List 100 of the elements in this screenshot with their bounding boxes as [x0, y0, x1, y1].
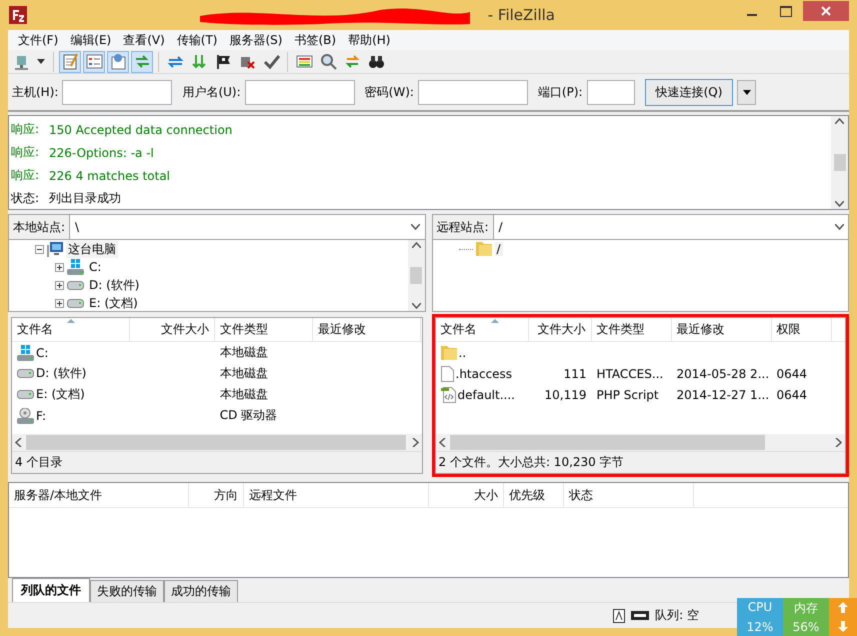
file-name[interactable]: F: — [36, 408, 46, 422]
column-header[interactable]: 最近修改 — [313, 318, 422, 341]
table-cell: HTACCES... — [596, 366, 664, 380]
menu-item[interactable]: 书签(B) — [288, 32, 342, 48]
table-cell: 2014-05-28 2... — [676, 366, 770, 380]
column-header[interactable]: 最近修改 — [672, 318, 772, 341]
tree-item[interactable]: C: — [87, 260, 104, 274]
notepad-icon — [62, 53, 78, 70]
port-field[interactable] — [586, 80, 635, 104]
log-prefix: 响应: — [11, 167, 40, 184]
menu-item[interactable]: 服务器(S) — [224, 32, 288, 48]
text-field[interactable] — [244, 80, 355, 104]
expand-icon[interactable] — [55, 280, 64, 290]
checkmark-icon — [262, 53, 280, 70]
drive-icon — [67, 298, 84, 308]
file-name[interactable]: .. — [458, 346, 466, 360]
scroll-down-icon — [835, 201, 844, 207]
globe-window-icon — [110, 53, 126, 70]
scroll-up-icon — [835, 118, 844, 124]
queue-tab[interactable]: 成功的传输 — [164, 580, 238, 602]
menu-item[interactable]: 编辑(E) — [64, 32, 118, 48]
file-name[interactable]: .htaccess — [456, 366, 512, 380]
binoculars-icon — [368, 53, 384, 70]
magnifier-icon — [320, 53, 336, 70]
tree-item[interactable]: E: (文档) — [87, 294, 140, 311]
text-field[interactable] — [62, 80, 172, 104]
folder-icon — [476, 242, 492, 256]
scrollbar[interactable] — [436, 434, 845, 451]
close-icon — [821, 6, 831, 16]
tree-item[interactable]: / — [494, 242, 503, 256]
collapse-icon[interactable] — [35, 244, 44, 254]
menu-item[interactable]: 传输(T) — [170, 32, 224, 48]
table-cell: CD 驱动器 — [220, 407, 278, 424]
scroll-thumb[interactable] — [450, 435, 764, 450]
table-cell: 0644 — [776, 366, 808, 380]
tree-item[interactable]: 这台电脑 — [66, 240, 118, 258]
column-header[interactable]: 文件大小 — [528, 318, 592, 341]
column-header[interactable]: 大小 — [429, 483, 504, 507]
compare-list-icon — [296, 53, 312, 70]
scroll-thumb[interactable] — [410, 267, 422, 284]
log-prefix: 状态: — [11, 190, 40, 207]
drive-icon — [17, 344, 34, 360]
maximize-icon — [780, 6, 792, 16]
drive-icon — [17, 390, 34, 399]
table-cell: 本地磁盘 — [220, 344, 268, 361]
script-file-icon — [440, 386, 456, 402]
scroll-up-icon — [412, 242, 420, 248]
scrollbar[interactable] — [12, 434, 422, 451]
column-header[interactable]: 服务器/本地文件 — [9, 483, 189, 507]
minimize-icon — [747, 14, 757, 16]
scrollbar[interactable] — [831, 116, 848, 209]
file-name[interactable]: default.... — [458, 388, 515, 402]
column-header[interactable]: 文件名 — [12, 318, 130, 341]
table-cell: 2014-12-27 1... — [676, 388, 770, 402]
column-header[interactable]: 方向 — [189, 483, 244, 507]
meter-value: 12% — [746, 620, 774, 634]
scroll-thumb[interactable] — [834, 154, 846, 171]
flag-icon — [214, 53, 232, 70]
quickconnect-button[interactable]: 快速连接(Q) — [644, 78, 734, 106]
window-title: - FileZilla — [488, 6, 555, 24]
field-label: 用户名(U): — [182, 84, 241, 100]
scroll-down-icon — [412, 303, 420, 309]
down-arrow-icon — [838, 621, 848, 632]
log-prefix: 响应: — [11, 121, 40, 138]
field-label: 密码(W): — [364, 84, 414, 100]
menu-item[interactable]: 查看(V) — [117, 32, 171, 48]
tree-item[interactable]: D: (软件) — [87, 276, 142, 294]
scroll-thumb[interactable] — [26, 435, 406, 450]
column-header[interactable]: 状态 — [564, 483, 694, 507]
drive-icon — [67, 280, 84, 290]
tree-view-icon — [86, 53, 102, 70]
expand-icon[interactable] — [55, 262, 64, 272]
file-name[interactable]: C: — [36, 346, 48, 360]
queue-tab[interactable]: 列队的文件 — [12, 578, 90, 602]
file-name[interactable]: E: (文档) — [36, 386, 85, 403]
column-header[interactable]: 文件大小 — [130, 318, 215, 341]
dropdown-button[interactable] — [737, 80, 756, 104]
scrollbar[interactable] — [408, 240, 424, 311]
file-name[interactable]: D: (软件) — [36, 365, 86, 382]
download-arrows-icon — [190, 53, 208, 70]
close-button[interactable] — [803, 1, 849, 21]
table-cell: 111 — [564, 366, 586, 380]
column-header[interactable]: 文件类型 — [214, 318, 314, 341]
column-header[interactable]: 权限 — [772, 318, 832, 341]
column-header[interactable]: 远程文件 — [244, 483, 429, 507]
column-header[interactable]: 文件名 — [436, 318, 528, 341]
column-header[interactable]: 优先级 — [504, 483, 564, 507]
table-cell: PHP Script — [596, 388, 659, 402]
column-header[interactable]: 文件类型 — [592, 318, 672, 341]
queue-tab[interactable]: 失败的传输 — [90, 580, 164, 602]
caret-icon — [37, 59, 45, 64]
drive-icon — [17, 369, 34, 378]
log-message: 226-Options: -a -l — [49, 146, 154, 160]
log-message: 列出目录成功 — [49, 190, 121, 207]
expand-icon[interactable] — [55, 298, 64, 308]
menu-item[interactable]: 文件(F) — [12, 32, 64, 48]
table-cell: 本地磁盘 — [220, 365, 268, 382]
text-field[interactable] — [418, 80, 528, 104]
menu-item[interactable]: 帮助(H) — [342, 32, 396, 48]
up-arrow-icon — [838, 602, 848, 613]
